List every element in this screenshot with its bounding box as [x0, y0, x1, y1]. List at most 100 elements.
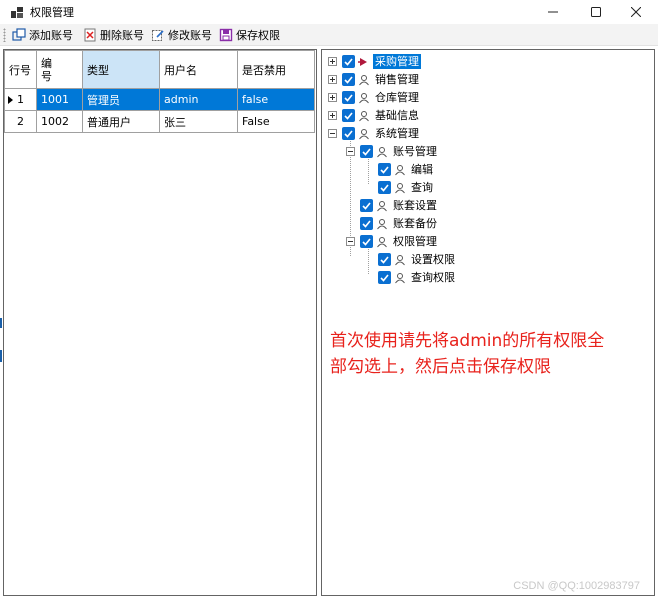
tree-node[interactable]: 账号管理: [322, 143, 642, 161]
node-checkbox[interactable]: [342, 73, 355, 86]
close-icon: [631, 7, 641, 17]
maximize-icon: [591, 7, 601, 17]
tree-node[interactable]: 系统管理: [322, 125, 642, 143]
cell-id[interactable]: 1001: [36, 88, 83, 111]
tree-node[interactable]: 仓库管理: [322, 89, 642, 107]
delete-user-icon: [84, 28, 96, 42]
tree-node[interactable]: 权限管理: [322, 233, 642, 251]
tree-node-label[interactable]: 设置权限: [409, 252, 457, 267]
row-number: 2: [17, 115, 24, 128]
node-checkbox[interactable]: [360, 145, 373, 158]
tree-node-label[interactable]: 账号管理: [391, 144, 439, 159]
node-checkbox[interactable]: [378, 163, 391, 176]
column-header-username[interactable]: 用户名: [159, 50, 238, 89]
node-checkbox[interactable]: [342, 55, 355, 68]
column-header-id[interactable]: 编 号: [36, 50, 83, 89]
node-checkbox[interactable]: [378, 181, 391, 194]
cell-type[interactable]: 管理员: [82, 88, 160, 111]
tree-node[interactable]: 基础信息: [322, 107, 642, 125]
node-checkbox[interactable]: [342, 91, 355, 104]
column-header-row-no[interactable]: 行号: [4, 50, 37, 89]
cell-type[interactable]: 普通用户: [82, 110, 160, 133]
delete-account-label: 删除账号: [100, 29, 144, 42]
maximize-button[interactable]: [574, 0, 618, 24]
column-header-type[interactable]: 类型: [82, 50, 160, 89]
row-header[interactable]: 2: [4, 110, 37, 133]
user-icon: [395, 183, 405, 194]
column-header-disabled[interactable]: 是否禁用: [237, 50, 315, 89]
instruction-note: 首次使用请先将admin的所有权限全 部勾选上，然后点击保存权限: [330, 328, 640, 380]
cell-disabled[interactable]: false: [237, 88, 315, 111]
cell-username[interactable]: 张三: [159, 110, 238, 133]
minimize-icon: [548, 11, 558, 13]
node-checkbox[interactable]: [342, 109, 355, 122]
accounts-table: 行号 编 号 类型 用户名 是否禁用 1 1001 管理员 admin fals…: [4, 50, 315, 133]
collapse-icon[interactable]: [346, 237, 355, 246]
app-icon: [11, 7, 23, 18]
tree-node-label[interactable]: 基础信息: [373, 108, 421, 123]
edit-account-label: 修改账号: [168, 29, 212, 42]
tree-node[interactable]: 编辑: [322, 161, 642, 179]
save-permissions-button[interactable]: 保存权限: [217, 26, 282, 44]
user-icon: [359, 129, 369, 140]
tree-node-label[interactable]: 权限管理: [391, 234, 439, 249]
table-row[interactable]: 1 1001 管理员 admin false: [4, 88, 315, 111]
accounts-grid[interactable]: 行号 编 号 类型 用户名 是否禁用 1 1001 管理员 admin fals…: [3, 49, 317, 596]
node-checkbox[interactable]: [360, 217, 373, 230]
node-checkbox[interactable]: [378, 253, 391, 266]
node-checkbox[interactable]: [360, 199, 373, 212]
node-checkbox[interactable]: [378, 271, 391, 284]
tree-node[interactable]: 账套备份: [322, 215, 642, 233]
tree-node[interactable]: 销售管理: [322, 71, 642, 89]
instruction-line-1: 首次使用请先将admin的所有权限全: [330, 331, 605, 351]
tree-node-label[interactable]: 仓库管理: [373, 90, 421, 105]
edit-account-button[interactable]: 修改账号: [149, 26, 214, 44]
toolbar-grip[interactable]: [3, 28, 6, 42]
save-icon: [219, 28, 233, 42]
table-row[interactable]: 2 1002 普通用户 张三 False: [4, 110, 315, 133]
delete-account-button[interactable]: 删除账号: [81, 26, 146, 44]
node-checkbox[interactable]: [342, 127, 355, 140]
tree-node-label[interactable]: 销售管理: [373, 72, 421, 87]
tree-node-label[interactable]: 查询权限: [409, 270, 457, 285]
node-checkbox[interactable]: [360, 235, 373, 248]
cell-disabled[interactable]: False: [237, 110, 315, 133]
tree-node[interactable]: 查询: [322, 179, 642, 197]
tree-node[interactable]: 采购管理: [322, 53, 642, 71]
tree-node-label[interactable]: 系统管理: [373, 126, 421, 141]
cell-id[interactable]: 1002: [36, 110, 83, 133]
expand-icon[interactable]: [328, 93, 337, 102]
user-icon: [377, 237, 387, 248]
tree-node-label[interactable]: 账套设置: [391, 198, 439, 213]
row-header[interactable]: 1: [4, 88, 37, 111]
tree-node[interactable]: 设置权限: [322, 251, 642, 269]
save-permissions-label: 保存权限: [236, 29, 280, 42]
arrow-right-icon: [358, 58, 367, 66]
add-account-button[interactable]: 添加账号: [10, 26, 75, 44]
user-icon: [359, 111, 369, 122]
tree-node-label[interactable]: 账套备份: [391, 216, 439, 231]
window-title: 权限管理: [30, 6, 74, 19]
user-icon: [359, 93, 369, 104]
collapse-icon[interactable]: [346, 147, 355, 156]
collapse-icon[interactable]: [328, 129, 337, 138]
close-button[interactable]: [614, 0, 658, 24]
window-edge-mark: [0, 350, 2, 362]
cell-username[interactable]: admin: [159, 88, 238, 111]
tree-node-label[interactable]: 查询: [409, 180, 435, 195]
expand-icon[interactable]: [328, 57, 337, 66]
watermark: CSDN @QQ:1002983797: [513, 580, 640, 592]
tree-node-label[interactable]: 编辑: [409, 162, 435, 177]
tree-node-label[interactable]: 采购管理: [373, 54, 421, 69]
edit-icon: [152, 30, 164, 41]
user-icon: [377, 201, 387, 212]
expand-icon[interactable]: [328, 75, 337, 84]
window-edge-mark: [0, 318, 2, 328]
expand-icon[interactable]: [328, 111, 337, 120]
user-icon: [395, 165, 405, 176]
minimize-button[interactable]: [531, 0, 575, 24]
tree-node[interactable]: 账套设置: [322, 197, 642, 215]
tree-node[interactable]: 查询权限: [322, 269, 642, 287]
current-row-arrow-icon: [8, 96, 13, 104]
permissions-tree[interactable]: 采购管理销售管理仓库管理基础信息系统管理账号管理编辑查询账套设置账套备份权限管理…: [321, 49, 655, 596]
